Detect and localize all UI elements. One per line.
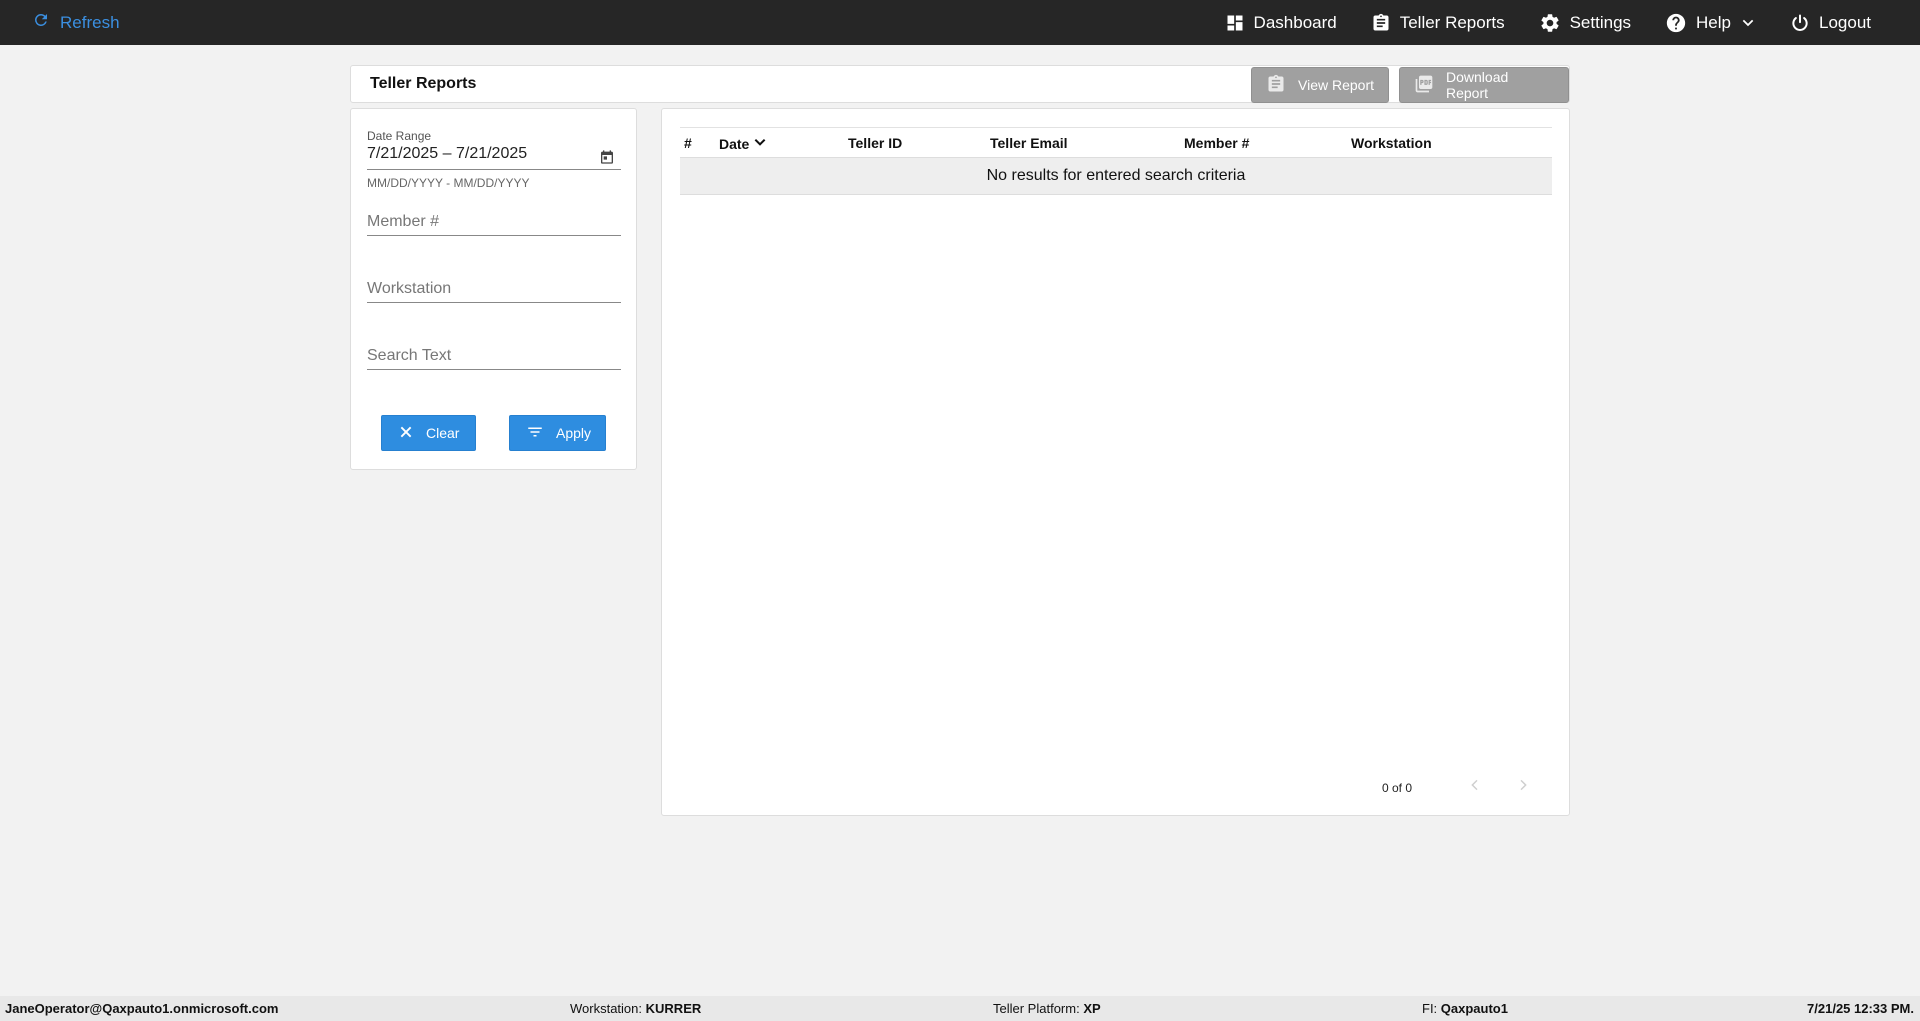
search-text-placeholder: Search Text <box>367 347 452 364</box>
footer-timestamp: 7/21/25 12:33 PM. <box>1807 1001 1914 1016</box>
date-range-field[interactable]: Date Range 7/21/2025 – 7/21/2025 MM/DD/Y… <box>367 129 621 190</box>
download-report-label: Download Report <box>1446 69 1509 101</box>
footer-fi-label: FI: <box>1422 1001 1438 1016</box>
footer-user: JaneOperator@Qaxpauto1.onmicrosoft.com <box>5 1001 279 1016</box>
column-workstation-label: Workstation <box>1351 135 1432 151</box>
column-teller-id[interactable]: Teller ID <box>848 135 902 151</box>
column-teller-email[interactable]: Teller Email <box>990 135 1068 151</box>
chevron-left-icon[interactable] <box>1467 777 1483 798</box>
refresh-icon <box>32 11 50 34</box>
nav-teller-reports[interactable]: Teller Reports <box>1354 0 1522 45</box>
footer-workstation-value: KURRER <box>645 1001 702 1016</box>
nav-settings-label: Settings <box>1569 12 1632 32</box>
date-range-label: Date Range <box>367 129 432 143</box>
clipboard-icon <box>1371 13 1391 33</box>
dashboard-icon <box>1225 13 1245 33</box>
empty-results-row: No results for entered search criteria <box>680 157 1552 195</box>
sort-descending-icon <box>753 135 767 152</box>
pagination-range: 0 of 0 <box>1382 781 1413 795</box>
date-range-hint: MM/DD/YYYY - MM/DD/YYYY <box>367 176 530 190</box>
workstation-placeholder: Workstation <box>367 280 452 297</box>
clear-button[interactable]: Clear <box>381 415 476 451</box>
results-panel: # Date Teller ID Teller Email Member # W… <box>661 108 1570 816</box>
nav-help-label: Help <box>1696 12 1731 32</box>
member-number-placeholder: Member # <box>367 213 440 230</box>
view-report-label: View Report <box>1298 77 1375 93</box>
filter-icon <box>526 423 544 444</box>
table-header: # Date Teller ID Teller Email Member # W… <box>680 127 1552 157</box>
column-date-label: Date <box>719 135 750 152</box>
clipboard-icon <box>1266 74 1286 97</box>
nav-settings[interactable]: Settings <box>1522 0 1648 45</box>
column-member-number-label: Member # <box>1184 135 1250 151</box>
nav-logout-label: Logout <box>1819 12 1871 32</box>
footer-fi-value: Qaxpauto1 <box>1440 1001 1508 1016</box>
view-report-button[interactable]: View Report <box>1251 67 1389 103</box>
column-workstation[interactable]: Workstation <box>1351 135 1432 151</box>
workstation-input[interactable]: Workstation <box>367 280 621 303</box>
nav-help[interactable]: Help <box>1648 0 1773 45</box>
clear-label: Clear <box>426 425 460 441</box>
calendar-icon[interactable] <box>599 149 615 170</box>
close-icon <box>398 424 414 443</box>
column-number-label: # <box>684 135 692 151</box>
download-report-button[interactable]: Download Report <box>1399 67 1569 103</box>
pdf-icon <box>1414 74 1434 97</box>
column-teller-id-label: Teller ID <box>848 135 903 151</box>
search-text-input[interactable]: Search Text <box>367 347 621 370</box>
refresh-label: Refresh <box>60 12 120 32</box>
status-footer: JaneOperator@Qaxpauto1.onmicrosoft.com W… <box>0 996 1920 1021</box>
nav-logout[interactable]: Logout <box>1773 0 1888 45</box>
footer-workstation: Workstation: KURRER <box>570 1001 701 1016</box>
footer-platform-label: Teller Platform: <box>993 1001 1080 1016</box>
main-nav: Dashboard Teller Reports Settings Help L… <box>1208 0 1888 45</box>
footer-workstation-label: Workstation: <box>570 1001 643 1016</box>
column-teller-email-label: Teller Email <box>990 135 1068 151</box>
gear-icon <box>1539 12 1561 34</box>
chevron-down-icon <box>1740 15 1756 31</box>
column-date[interactable]: Date <box>719 135 767 152</box>
footer-fi: FI: Qaxpauto1 <box>1422 1001 1508 1016</box>
apply-button[interactable]: Apply <box>509 415 606 451</box>
page-header-card: Teller Reports View Report Download Repo… <box>350 65 1570 103</box>
filter-panel: Date Range 7/21/2025 – 7/21/2025 MM/DD/Y… <box>350 108 637 470</box>
power-icon <box>1790 13 1810 33</box>
column-member-number[interactable]: Member # <box>1184 135 1249 151</box>
top-navigation-bar: Refresh Dashboard Teller Reports Setting… <box>0 0 1920 45</box>
nav-dashboard[interactable]: Dashboard <box>1208 0 1354 45</box>
page-title: Teller Reports <box>370 75 477 92</box>
footer-platform-value: XP <box>1083 1001 1101 1016</box>
nav-dashboard-label: Dashboard <box>1253 12 1337 32</box>
column-number[interactable]: # <box>684 135 692 151</box>
empty-results-message: No results for entered search criteria <box>986 167 1246 184</box>
member-number-input[interactable]: Member # <box>367 213 621 236</box>
chevron-right-icon[interactable] <box>1515 777 1531 798</box>
help-icon <box>1665 12 1687 34</box>
footer-platform: Teller Platform: XP <box>993 1001 1101 1016</box>
nav-teller-reports-label: Teller Reports <box>1399 12 1505 32</box>
apply-label: Apply <box>556 425 592 441</box>
refresh-button[interactable]: Refresh <box>32 0 120 45</box>
date-range-value[interactable]: 7/21/2025 – 7/21/2025 <box>367 145 621 163</box>
